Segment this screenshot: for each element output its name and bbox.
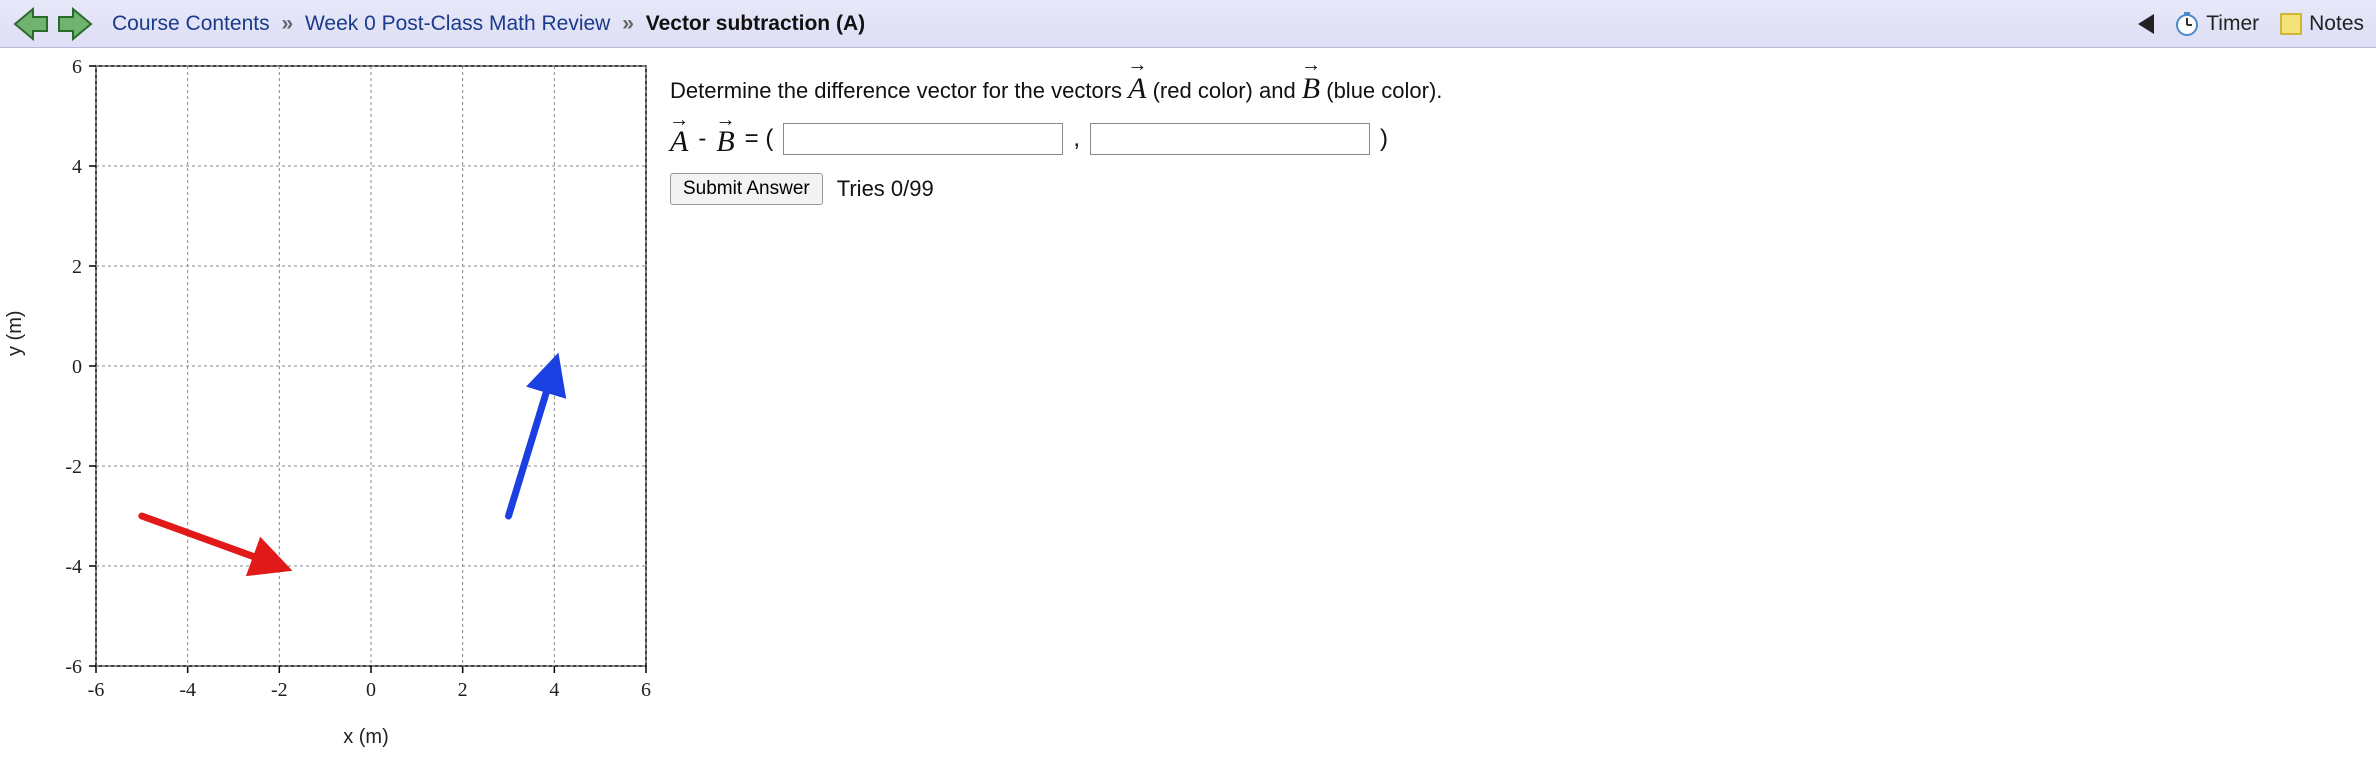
content: y (m) -6 -4 -2 0 2 4 6 -6 -4 -2 0 2 4 6 x (m) Determi… (0, 48, 2376, 759)
svg-text:-4: -4 (65, 556, 82, 578)
question-area: Determine the difference vector for the … (660, 56, 2356, 205)
svg-text:-6: -6 (65, 656, 82, 678)
question-text: Determine the difference vector for the … (670, 60, 2356, 111)
svg-text:-2: -2 (65, 456, 82, 478)
breadcrumb: Course Contents » Week 0 Post-Class Math… (112, 12, 865, 36)
svg-text:2: 2 (72, 256, 82, 278)
timer-label: Timer (2206, 12, 2259, 36)
eq-comma: , (1073, 125, 1080, 153)
svg-text:4: 4 (72, 156, 82, 178)
answer-x-input[interactable] (783, 123, 1063, 155)
topbar: Course Contents » Week 0 Post-Class Math… (0, 0, 2376, 48)
qtext-prefix: Determine the difference vector for the … (670, 78, 1128, 103)
qtext-mid: (red color) and (1153, 78, 1302, 103)
breadcrumb-sep: » (281, 12, 293, 35)
breadcrumb-root-link[interactable]: Course Contents (112, 12, 270, 35)
notes-icon (2279, 12, 2303, 36)
eq-vector-b: B (716, 119, 734, 159)
nav-back-button[interactable] (12, 5, 50, 43)
svg-text:0: 0 (366, 679, 376, 701)
answer-y-input[interactable] (1090, 123, 1370, 155)
svg-text:-2: -2 (271, 679, 288, 701)
breadcrumb-current: Vector subtraction (A) (646, 12, 865, 35)
vector-a-symbol: A (1128, 60, 1146, 111)
equation-line: A - B = ( , ) (670, 119, 2356, 159)
submit-row: Submit Answer Tries 0/99 (670, 173, 2356, 205)
timer-icon (2174, 11, 2200, 37)
svg-text:0: 0 (72, 356, 82, 378)
x-axis-label: x (m) (86, 726, 646, 749)
eq-vector-a: A (670, 119, 688, 159)
tries-counter: Tries 0/99 (837, 176, 934, 202)
arrow-left-icon (13, 7, 49, 41)
svg-text:-4: -4 (179, 679, 196, 701)
submit-answer-button[interactable]: Submit Answer (670, 173, 823, 205)
topbar-right: Timer Notes (2138, 11, 2364, 37)
svg-text:2: 2 (458, 679, 468, 701)
eq-close: ) (1380, 125, 1388, 153)
breadcrumb-sep: » (622, 12, 634, 35)
qtext-suffix: (blue color). (1326, 78, 1442, 103)
breadcrumb-mid-link[interactable]: Week 0 Post-Class Math Review (305, 12, 610, 35)
notes-label: Notes (2309, 12, 2364, 36)
y-axis-label: y (m) (4, 310, 27, 356)
prev-triangle-button[interactable] (2138, 14, 2154, 34)
vector-b-symbol: B (1302, 60, 1320, 111)
svg-text:6: 6 (72, 56, 82, 78)
eq-minus: - (698, 125, 706, 153)
svg-text:4: 4 (549, 679, 559, 701)
svg-text:6: 6 (641, 679, 651, 701)
nav-forward-button[interactable] (56, 5, 94, 43)
vector-plot: -6 -4 -2 0 2 4 6 -6 -4 -2 0 2 4 6 (26, 56, 666, 716)
eq-equals-open: = ( (745, 125, 774, 153)
arrow-right-icon (57, 7, 93, 41)
svg-text:-6: -6 (88, 679, 105, 701)
plot-container: y (m) -6-4-20246-6-4-20246 x (m) (10, 56, 660, 749)
timer-button[interactable]: Timer (2174, 11, 2259, 37)
notes-button[interactable]: Notes (2279, 12, 2364, 36)
